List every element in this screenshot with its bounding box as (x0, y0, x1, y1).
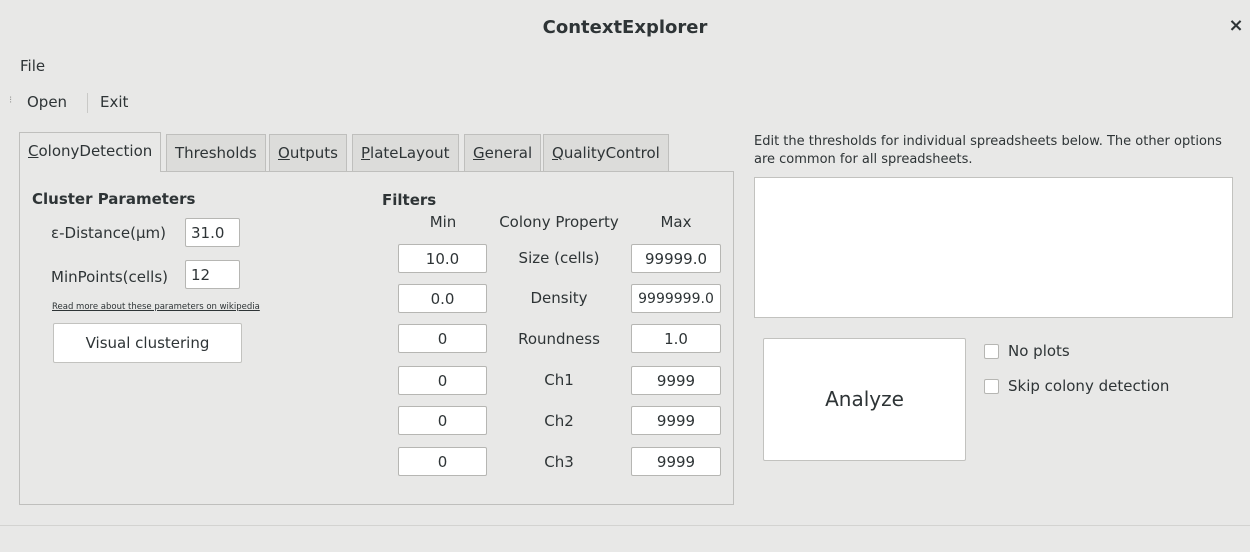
filter-density-min-input[interactable] (398, 284, 487, 313)
wikipedia-link[interactable]: Read more about these parameters on wiki… (52, 302, 260, 312)
tab-label: eneral (484, 144, 533, 162)
tab-label: olonyDetection (38, 142, 153, 160)
filter-density-max-input[interactable] (631, 284, 721, 313)
no-plots-checkbox[interactable] (984, 344, 999, 359)
skip-colony-detection-checkbox[interactable] (984, 379, 999, 394)
tab-quality-control[interactable]: QualityControl (543, 134, 669, 171)
filter-density-label: Density (530, 289, 588, 307)
tab-label: Thresholds (175, 144, 257, 162)
toolbar-grip-icon[interactable]: ⁝ (9, 95, 12, 106)
filter-size-label: Size (cells) (518, 249, 600, 267)
tab-colony-detection[interactable]: ColonyDetection (19, 132, 162, 172)
thresholds-description: Edit the thresholds for individual sprea… (754, 134, 1222, 167)
filter-size-min-input[interactable] (398, 244, 487, 273)
filters-max-header: Max (660, 213, 692, 231)
colony-detection-panel: Cluster Parameters ε-Distance(μm) MinPoi… (19, 171, 734, 505)
tab-outputs[interactable]: Outputs (269, 134, 347, 171)
status-bar (0, 525, 1250, 552)
tab-plate-layout[interactable]: PlateLayout (352, 134, 459, 171)
window-title: ContextExplorer (542, 17, 708, 38)
toolbar-exit-button[interactable]: Exit (100, 93, 128, 111)
filter-roundness-max-input[interactable] (631, 324, 721, 353)
minpoints-input[interactable] (185, 260, 240, 289)
filters-min-header: Min (429, 213, 457, 231)
filter-ch2-min-input[interactable] (398, 406, 487, 435)
close-icon[interactable]: × (1226, 16, 1246, 36)
cluster-parameters-heading: Cluster Parameters (32, 190, 196, 208)
tab-label: ualityControl (563, 144, 660, 162)
toolbar-open-button[interactable]: Open (27, 93, 67, 111)
epsilon-distance-label: ε-Distance(μm) (51, 224, 166, 242)
filter-size-max-input[interactable] (631, 244, 721, 273)
filter-roundness-min-input[interactable] (398, 324, 487, 353)
tab-mnemonic: Q (552, 144, 564, 162)
tab-mnemonic: O (278, 144, 290, 162)
filter-ch2-max-input[interactable] (631, 406, 721, 435)
tab-label: utputs (289, 144, 338, 162)
filter-ch1-max-input[interactable] (631, 366, 721, 395)
menu-file[interactable]: File (20, 57, 45, 75)
filter-ch3-label: Ch3 (544, 453, 574, 471)
visual-clustering-button[interactable]: Visual clustering (53, 323, 242, 363)
skip-colony-detection-label[interactable]: Skip colony detection (1008, 377, 1169, 395)
minpoints-label: MinPoints(cells) (51, 268, 169, 286)
analyze-button[interactable]: Analyze (763, 338, 966, 461)
filter-ch3-min-input[interactable] (398, 447, 487, 476)
tab-mnemonic: P (361, 144, 371, 162)
tab-mnemonic: G (473, 144, 485, 162)
tab-general[interactable]: General (464, 134, 542, 171)
tab-mnemonic: C (28, 142, 39, 160)
tab-label: lateLayout (370, 144, 450, 162)
epsilon-distance-input[interactable] (185, 218, 240, 247)
no-plots-label[interactable]: No plots (1008, 342, 1070, 360)
filter-ch1-min-input[interactable] (398, 366, 487, 395)
filters-property-header: Colony Property (499, 213, 619, 231)
tab-thresholds[interactable]: Thresholds (166, 134, 266, 171)
filter-ch1-label: Ch1 (544, 371, 574, 389)
spreadsheet-thresholds-area[interactable] (754, 177, 1233, 318)
toolbar-separator (87, 93, 88, 113)
filter-ch2-label: Ch2 (544, 412, 574, 430)
filter-ch3-max-input[interactable] (631, 447, 721, 476)
filters-heading: Filters (382, 191, 437, 209)
filter-roundness-label: Roundness (518, 330, 600, 348)
